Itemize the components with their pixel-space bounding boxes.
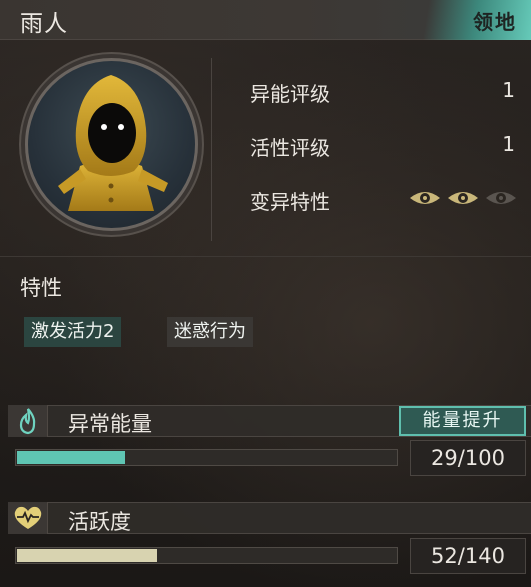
trait-tag-confuse[interactable]: 迷惑行为: [167, 317, 253, 347]
energy-progress-fill: [17, 451, 126, 464]
activity-progress-track: [15, 547, 398, 564]
header-bar: 雨人 领地: [0, 0, 531, 40]
traits-title: 特性: [20, 276, 62, 300]
eye-icon-active: [410, 192, 440, 204]
activity-rating-value: 1: [502, 132, 515, 156]
territory-tab[interactable]: 领地: [473, 6, 517, 35]
activity-progress-fill: [17, 549, 157, 562]
ability-rating-label: 异能评级: [250, 82, 330, 106]
activity-label: 活跃度: [68, 510, 131, 534]
activity-value: 52/140: [410, 538, 526, 574]
energy-progress-track: [15, 449, 398, 466]
ability-rating-value: 1: [502, 78, 515, 102]
flame-icon: [19, 408, 36, 435]
section-divider: [0, 256, 531, 257]
activity-rating-label: 活性评级: [250, 136, 330, 160]
portrait-divider: [211, 58, 212, 241]
energy-value: 29/100: [410, 440, 526, 476]
mutation-eyes[interactable]: [408, 188, 518, 208]
mutation-trait-label: 变异特性: [250, 190, 330, 214]
eye-icon-inactive: [486, 192, 516, 204]
raincoat-character-portrait: [58, 75, 168, 211]
eye-icon-active: [448, 192, 478, 204]
activity-icon-box: [8, 502, 48, 534]
heartbeat-icon: [14, 506, 42, 529]
character-name: 雨人: [20, 11, 68, 37]
energy-boost-button[interactable]: 能量提升: [399, 406, 526, 436]
trait-tag-energize[interactable]: 激发活力2: [24, 317, 122, 347]
character-portrait: [25, 58, 198, 231]
energy-label: 异常能量: [68, 412, 152, 436]
energy-icon-box: [8, 405, 48, 437]
